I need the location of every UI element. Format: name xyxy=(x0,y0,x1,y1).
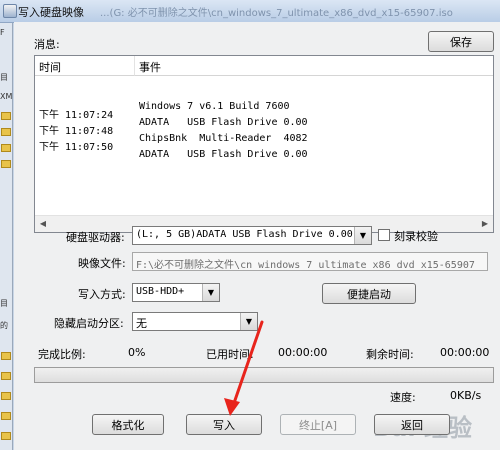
annotation-arrow xyxy=(224,320,264,416)
arrow-head xyxy=(224,398,240,416)
arrow-shaft xyxy=(231,320,264,408)
